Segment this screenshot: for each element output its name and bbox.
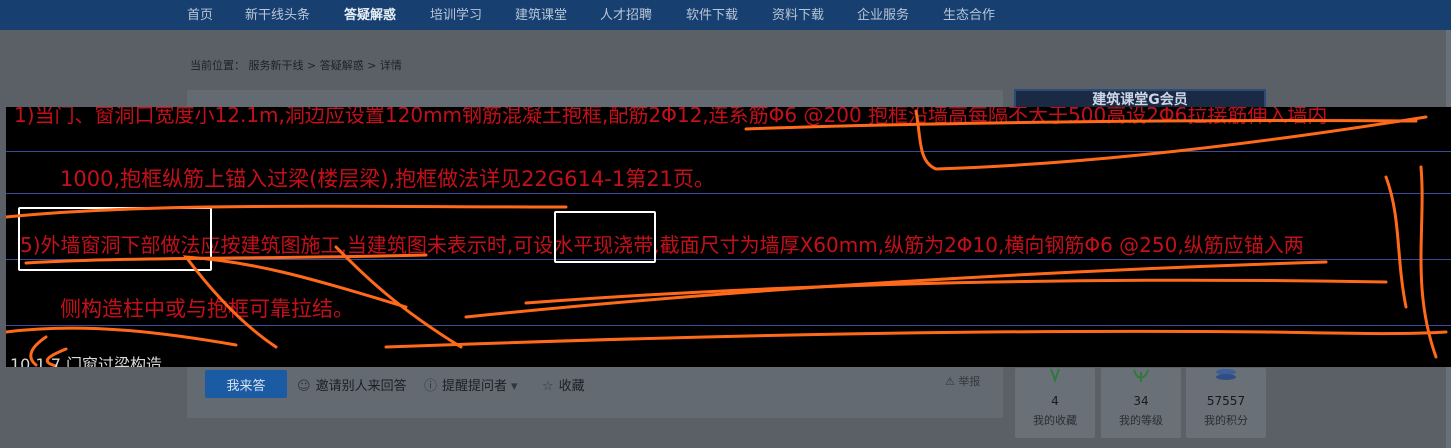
nav-home[interactable]: 首页 (187, 4, 213, 23)
stat-label: 我的等级 (1119, 414, 1163, 427)
nav-downloads[interactable]: 资料下载 (772, 4, 824, 23)
nav-training[interactable]: 培训学习 (430, 4, 482, 23)
answer-button[interactable]: 我来答 (205, 370, 287, 398)
star-icon: ☆ (542, 379, 554, 394)
remind-asker-action[interactable]: ⓘ 提醒提问者 ▾ (424, 375, 518, 394)
stat-card-points[interactable]: 57557 我的积分 (1186, 368, 1266, 438)
report-action[interactable]: ⚠ 举报 (945, 373, 980, 389)
favorite-label: 收藏 (558, 379, 585, 394)
nav-jobs[interactable]: 人才招聘 (600, 4, 652, 23)
nav-ecosystem[interactable]: 生态合作 (943, 4, 995, 23)
stat-value: 4 (1051, 394, 1059, 408)
favorite-action[interactable]: ☆ 收藏 (542, 375, 585, 394)
nav-enterprise[interactable]: 企业服务 (857, 4, 909, 23)
nav-software[interactable]: 软件下载 (686, 4, 738, 23)
cad-screenshot: 1)当门、窗洞口宽度小12.1m,洞边应设置120mm钢筋混凝土抱框,配筋2Φ1… (6, 107, 1451, 367)
stat-value: 34 (1133, 394, 1149, 408)
coins-icon (1186, 368, 1266, 384)
warning-icon: ⚠ (945, 375, 955, 388)
stat-card-level[interactable]: 34 我的等级 (1101, 368, 1181, 438)
top-navbar: 首页 新干线头条 答疑解惑 培训学习 建筑课堂 人才招聘 软件下载 资料下载 企… (0, 0, 1451, 30)
orange-annotation-strokes (6, 109, 1448, 367)
breadcrumb: 当前位置： 服务新干线 > 答疑解惑 > 详情 (190, 59, 402, 72)
report-label: 举报 (958, 375, 981, 388)
nav-headlines[interactable]: 新干线头条 (245, 4, 310, 23)
stat-label: 我的收藏 (1033, 414, 1077, 427)
invite-answer-action[interactable]: ☺ 邀请别人来回答 (297, 375, 407, 394)
invite-label: 邀请别人来回答 (315, 379, 407, 394)
info-icon: ⓘ (424, 379, 438, 394)
tree-icon (1015, 368, 1095, 384)
chevron-down-icon: ▾ (511, 379, 518, 394)
cad-heading-bottom: 10.1.7.门窗过梁构造 (10, 355, 162, 367)
stat-card-favorites[interactable]: 4 我的收藏 (1015, 368, 1095, 438)
person-icon: ☺ (297, 379, 311, 394)
leaf-icon (1101, 368, 1181, 384)
stat-label: 我的积分 (1204, 414, 1248, 427)
remind-label: 提醒提问者 (442, 379, 508, 394)
stat-value: 57557 (1206, 394, 1246, 408)
nav-classroom[interactable]: 建筑课堂 (515, 4, 567, 23)
nav-qa[interactable]: 答疑解惑 (344, 4, 396, 23)
